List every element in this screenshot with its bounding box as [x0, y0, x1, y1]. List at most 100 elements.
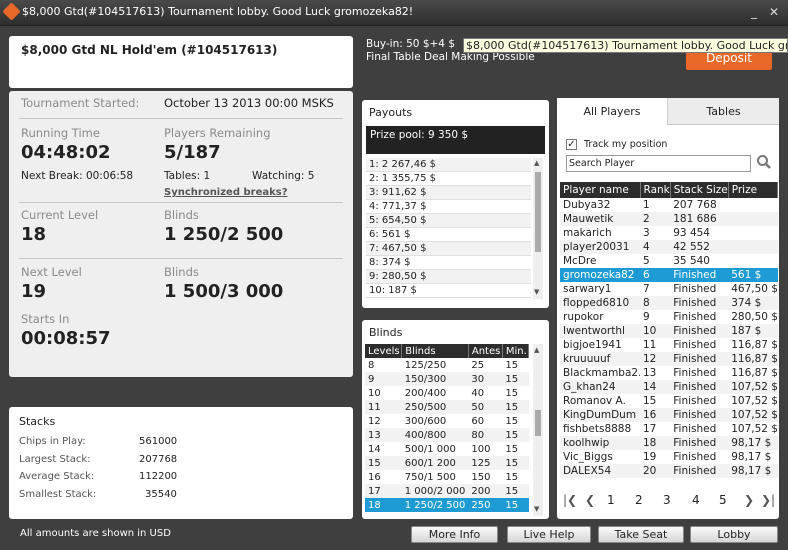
synchronized-breaks-link[interactable]: Synchronized breaks? — [164, 187, 288, 198]
blinds-row[interactable]: 11 250/500 50 15 — [365, 400, 529, 414]
player-row[interactable]: Iwentworthl 10 Finished 187 $ — [560, 324, 778, 338]
player-row[interactable]: sarwary1 7 Finished 467,50 $ — [560, 282, 778, 296]
player-cell: sarwary1 — [563, 283, 612, 295]
page-link[interactable]: 2 — [635, 493, 643, 507]
first-page-icon[interactable]: |❮ — [563, 493, 577, 507]
blinds-row[interactable]: 14 500/1 000 100 15 — [365, 442, 529, 456]
player-row[interactable]: Mauwetik 2 181 686 — [560, 212, 778, 226]
current-level-value: 18 — [21, 224, 47, 245]
live-help-button[interactable]: Live Help — [507, 526, 591, 543]
next-page-icon[interactable]: ❯ — [744, 493, 754, 507]
player-row[interactable]: DALEX54 20 Finished 98,17 $ — [560, 464, 778, 478]
page-link[interactable]: 4 — [692, 493, 700, 507]
blinds-row[interactable]: 10 200/400 40 15 — [365, 386, 529, 400]
minimize-button[interactable]: _ — [745, 4, 763, 21]
blinds-cell: 250 — [468, 498, 503, 512]
player-row[interactable]: gromozeka82 6 Finished 561 $ — [560, 268, 778, 282]
player-cell: Finished — [670, 464, 729, 478]
scroll-down-icon[interactable]: ▼ — [534, 288, 539, 296]
tournament-info-panel: Tournament Started: October 13 2013 00:0… — [9, 91, 353, 377]
take-seat-button[interactable]: Take Seat — [598, 526, 684, 543]
players-column-header[interactable]: Prize — [728, 182, 779, 198]
player-cell: 3 — [643, 227, 650, 239]
player-row[interactable]: Dubya32 1 207 768 — [560, 198, 778, 212]
blinds-row[interactable]: 9 150/300 30 15 — [365, 372, 529, 386]
blinds-cell: 150 — [471, 471, 491, 483]
close-button[interactable]: ✕ — [765, 4, 783, 21]
lobby-button[interactable]: Lobby — [690, 526, 778, 543]
player-cell: Finished — [673, 451, 717, 463]
page-link[interactable]: 1 — [607, 493, 615, 507]
blinds-column-header[interactable]: Levels — [365, 344, 403, 358]
prev-page-icon[interactable]: ❮ — [585, 493, 595, 507]
player-cell: 6 — [640, 268, 671, 282]
blinds-cell: 15 — [502, 428, 529, 442]
player-cell: 11 — [643, 339, 657, 351]
player-row[interactable]: KingDumDum 16 Finished 107,52 $ — [560, 408, 778, 422]
payout-row: 7: 467,50 $ — [366, 242, 531, 256]
scroll-down-icon[interactable]: ▼ — [534, 505, 539, 513]
player-cell: flopped6810 — [560, 296, 640, 310]
blinds-cell: 500/1 000 — [404, 443, 456, 455]
payout-row: 5: 654,50 $ — [366, 214, 531, 228]
player-cell: kruuuuuf — [560, 352, 640, 366]
player-row[interactable]: fishbets8888 17 Finished 107,52 $ — [560, 422, 778, 436]
last-page-icon[interactable]: ❯| — [761, 493, 775, 507]
player-cell: 207 768 — [673, 199, 717, 211]
blinds-cell: 100 — [471, 443, 491, 455]
players-column-header[interactable]: Player name — [560, 182, 641, 198]
search-icon[interactable] — [756, 154, 772, 170]
blinds-row[interactable]: 8 125/250 25 15 — [365, 358, 529, 372]
player-row[interactable]: kruuuuuf 12 Finished 116,87 $ — [560, 352, 778, 366]
blinds-row[interactable]: 16 750/1 500 150 15 — [365, 470, 529, 484]
blinds-scrollbar[interactable]: ▲ ▼ — [533, 344, 543, 516]
player-row[interactable]: makarich 3 93 454 — [560, 226, 778, 240]
scroll-up-icon[interactable]: ▲ — [534, 159, 539, 167]
player-row[interactable]: bigjoe1941 11 Finished 116,87 $ — [560, 338, 778, 352]
blinds-row[interactable]: 13 400/800 80 15 — [365, 428, 529, 442]
scroll-up-icon[interactable]: ▲ — [534, 346, 539, 354]
tab-all-players[interactable]: All Players — [557, 98, 667, 125]
blinds-row[interactable]: 15 600/1 200 125 15 — [365, 456, 529, 470]
blinds-row[interactable]: 17 1 000/2 000 200 15 — [365, 484, 529, 498]
search-player-input[interactable]: Search Player — [566, 155, 751, 172]
players-column-header[interactable]: Rank — [640, 182, 671, 198]
page-link[interactable]: 3 — [663, 493, 671, 507]
blinds-cell: 15 — [505, 415, 519, 427]
blinds-column-header[interactable]: Blinds — [401, 344, 469, 358]
player-row[interactable]: flopped6810 8 Finished 374 $ — [560, 296, 778, 310]
player-row[interactable]: Blackmamba2... 13 Finished 116,87 $ — [560, 366, 778, 380]
player-row[interactable]: Romanov A. 15 Finished 107,52 $ — [560, 394, 778, 408]
next-break: Next Break: 00:06:58 — [21, 170, 134, 182]
page-link[interactable]: 5 — [719, 493, 727, 507]
blinds-table: Levels Blinds Antes Min. 8 125/250 25 15 9 150/3… — [365, 344, 530, 512]
payouts-scrollbar[interactable]: ▲ ▼ — [533, 158, 543, 299]
player-cell: Romanov A. — [563, 395, 626, 407]
blinds-row[interactable]: 12 300/600 60 15 — [365, 414, 529, 428]
blinds-cell: 15 — [502, 498, 529, 512]
player-row[interactable]: player20031 4 42 552 — [560, 240, 778, 254]
scroll-thumb[interactable] — [535, 172, 541, 252]
players-column-header[interactable]: Stack Size — [670, 182, 729, 198]
player-row[interactable]: McDre 5 35 540 — [560, 254, 778, 268]
track-position-checkbox[interactable]: ✓ — [566, 139, 577, 150]
tab-tables[interactable]: Tables — [667, 98, 779, 125]
blinds-column-header[interactable]: Antes — [468, 344, 503, 358]
player-row[interactable]: koolhwip 18 Finished 98,17 $ — [560, 436, 778, 450]
player-row[interactable]: G_khan24 14 Finished 107,52 $ — [560, 380, 778, 394]
player-cell: Dubya32 — [563, 199, 611, 211]
player-cell: 98,17 $ — [731, 451, 772, 463]
scroll-thumb[interactable] — [535, 410, 541, 436]
blinds-column-header[interactable]: Min. — [502, 344, 530, 358]
blinds-cell: 1 250/2 500 — [401, 498, 469, 512]
more-info-button[interactable]: More Info — [411, 526, 498, 543]
player-row[interactable]: Vic_Biggs 19 Finished 98,17 $ — [560, 450, 778, 464]
blinds-row[interactable]: 18 1 250/2 500 250 15 — [365, 498, 529, 512]
player-row[interactable]: rupokor 9 Finished 280,50 $ — [560, 310, 778, 324]
player-cell: 107,52 $ — [731, 423, 778, 435]
player-cell: 107,52 $ — [728, 408, 778, 422]
payout-row: 8: 374 $ — [366, 256, 531, 270]
deposit-button[interactable]: Deposit — [686, 52, 772, 70]
title-bar: $8,000 Gtd(#104517613) Tournament lobby.… — [0, 0, 788, 26]
blinds-cell: 50 — [468, 400, 503, 414]
